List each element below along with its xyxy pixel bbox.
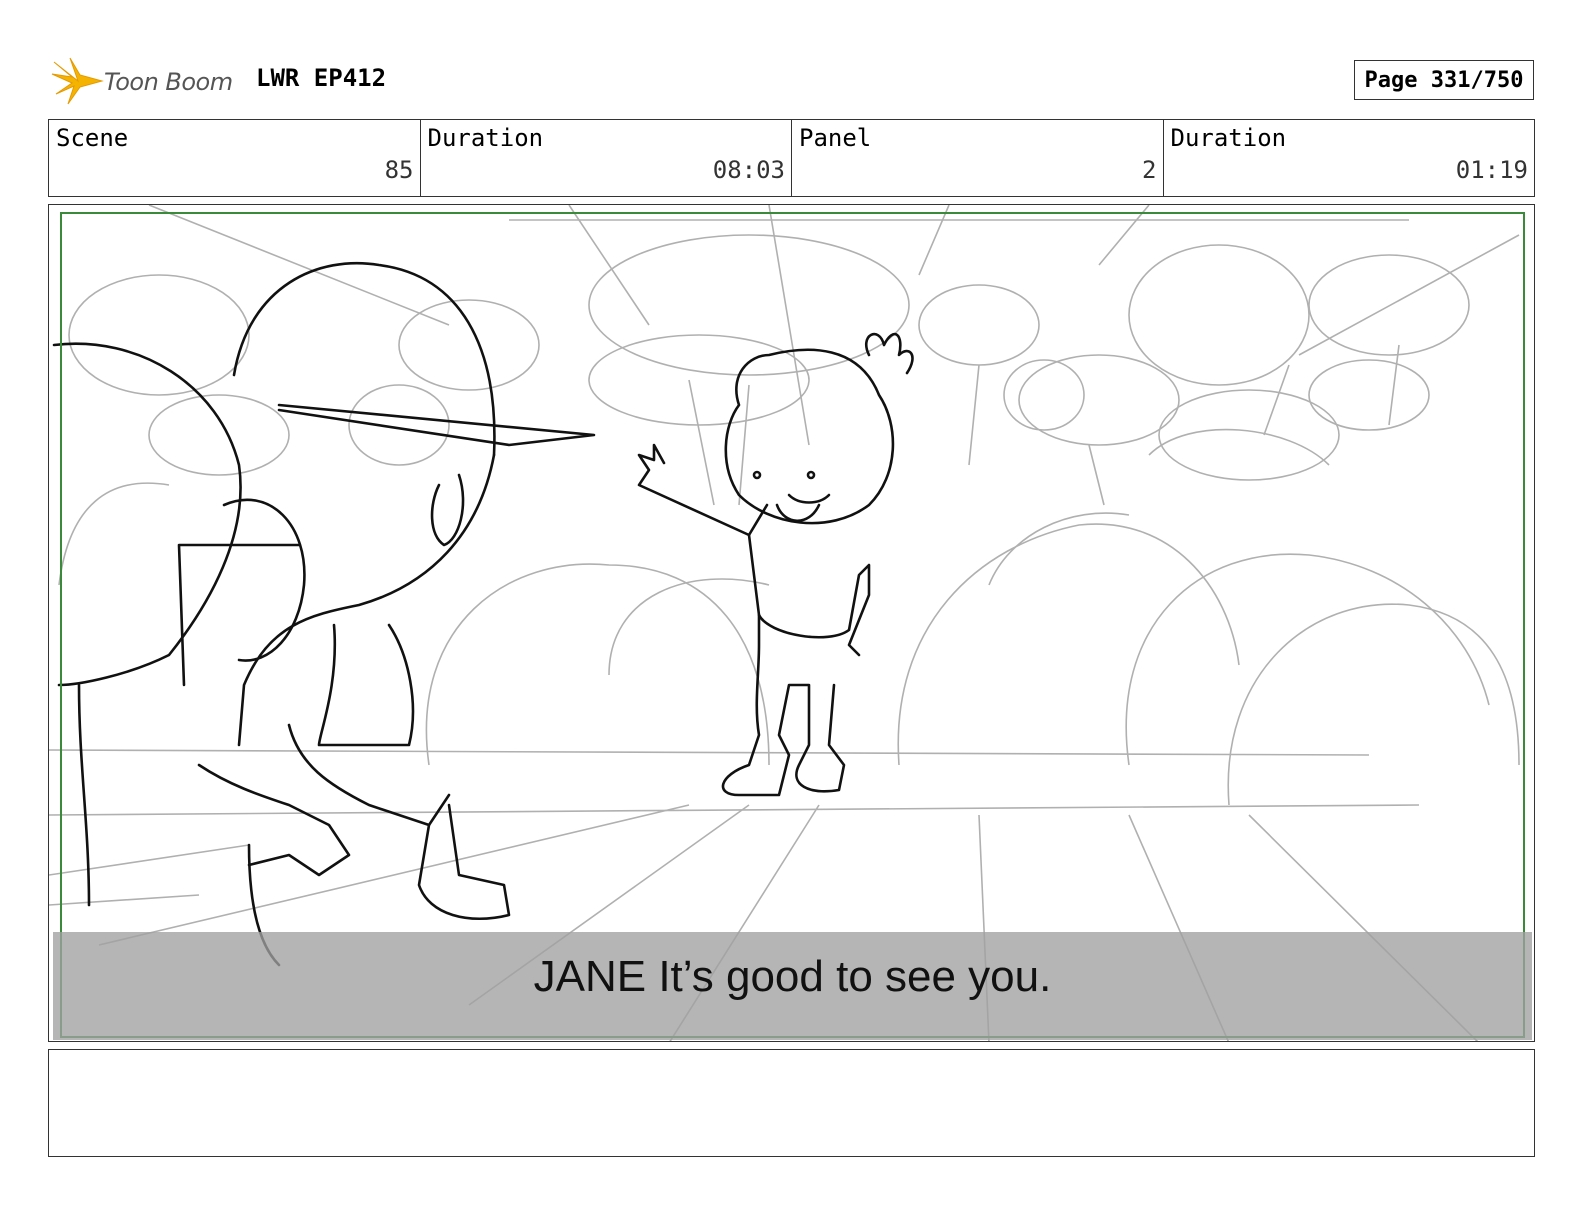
panel-duration-cell: Duration 01:19 <box>1164 120 1535 196</box>
scene-label: Scene <box>56 124 129 152</box>
scene-info-table: Scene 85 Duration 08:03 Panel 2 Duration… <box>48 119 1535 197</box>
scene-value: 85 <box>384 156 414 184</box>
project-title: LWR EP412 <box>256 64 387 92</box>
page-number: Page 331/750 <box>1354 60 1534 100</box>
panel-value: 2 <box>1142 156 1157 184</box>
panel-duration-value: 01:19 <box>1455 156 1528 184</box>
dialogue-caption: JANE It’s good to see you. <box>533 952 1052 1001</box>
scene-duration-cell: Duration 08:03 <box>421 120 792 196</box>
starburst-icon <box>51 57 104 105</box>
scene-cell: Scene 85 <box>49 120 421 196</box>
safe-area-frame <box>60 212 1525 1038</box>
panel-cell: Panel 2 <box>792 120 1164 196</box>
storyboard-panel: JANE It’s good to see you. <box>48 204 1535 1042</box>
dialogue-caption-bar: JANE It’s good to see you. <box>53 932 1532 1040</box>
panel-notes-box[interactable] <box>48 1049 1535 1157</box>
toon-boom-logo: Toon Boom <box>50 56 240 106</box>
panel-label: Panel <box>799 124 872 152</box>
scene-duration-label: Duration <box>427 124 544 152</box>
scene-duration-value: 08:03 <box>712 156 785 184</box>
panel-duration-label: Duration <box>1170 124 1287 152</box>
logo-wordmark: Toon Boom <box>104 68 233 96</box>
